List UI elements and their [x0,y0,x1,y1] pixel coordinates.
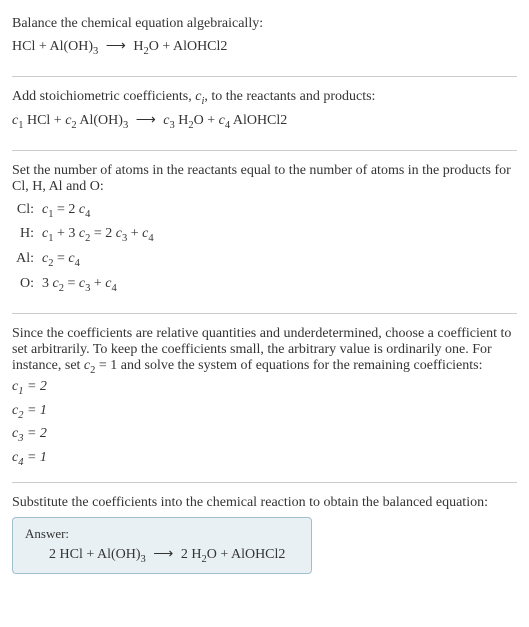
answer-equation: 2 HCl + Al(OH)3 ⟶ 2 H2O + AlOHCl2 [25,546,299,565]
solve-section: Since the coefficients are relative quan… [12,318,517,478]
intro-equation: HCl + Al(OH)3 ⟶ H2O + AlOHCl2 [12,36,517,60]
stoich-section: Add stoichiometric coefficients, ci, to … [12,81,517,146]
stoich-equation: c1 HCl + c2 Al(OH)3 ⟶ c3 H2O + c4 AlOHCl… [12,110,517,134]
final-text: Substitute the coefficients into the che… [12,495,517,511]
atoms-text: Set the number of atoms in the reactants… [12,163,517,195]
divider [12,150,517,151]
intro-title: Balance the chemical equation algebraica… [12,16,517,32]
coef-c1: c1 = 2 [12,376,517,400]
final-section: Substitute the coefficients into the che… [12,487,517,582]
coef-c3: c3 = 2 [12,423,517,447]
atom-row-h: H: c1 + 3 c2 = 2 c3 + c4 [12,223,517,248]
stoich-text: Add stoichiometric coefficients, ci, to … [12,89,517,107]
atoms-table: Cl: c1 = 2 c4 H: c1 + 3 c2 = 2 c3 + c4 A… [12,199,517,297]
divider [12,482,517,483]
divider [12,313,517,314]
coef-c4: c4 = 1 [12,447,517,471]
atoms-section: Set the number of atoms in the reactants… [12,155,517,309]
coef-c2: c2 = 1 [12,400,517,424]
answer-box: Answer: 2 HCl + Al(OH)3 ⟶ 2 H2O + AlOHCl… [12,517,312,574]
solve-text: Since the coefficients are relative quan… [12,326,517,376]
answer-label: Answer: [25,526,299,542]
intro-section: Balance the chemical equation algebraica… [12,8,517,72]
atom-row-al: Al: c2 = c4 [12,248,517,273]
divider [12,76,517,77]
atom-row-o: O: 3 c2 = c3 + c4 [12,273,517,298]
atom-row-cl: Cl: c1 = 2 c4 [12,199,517,224]
